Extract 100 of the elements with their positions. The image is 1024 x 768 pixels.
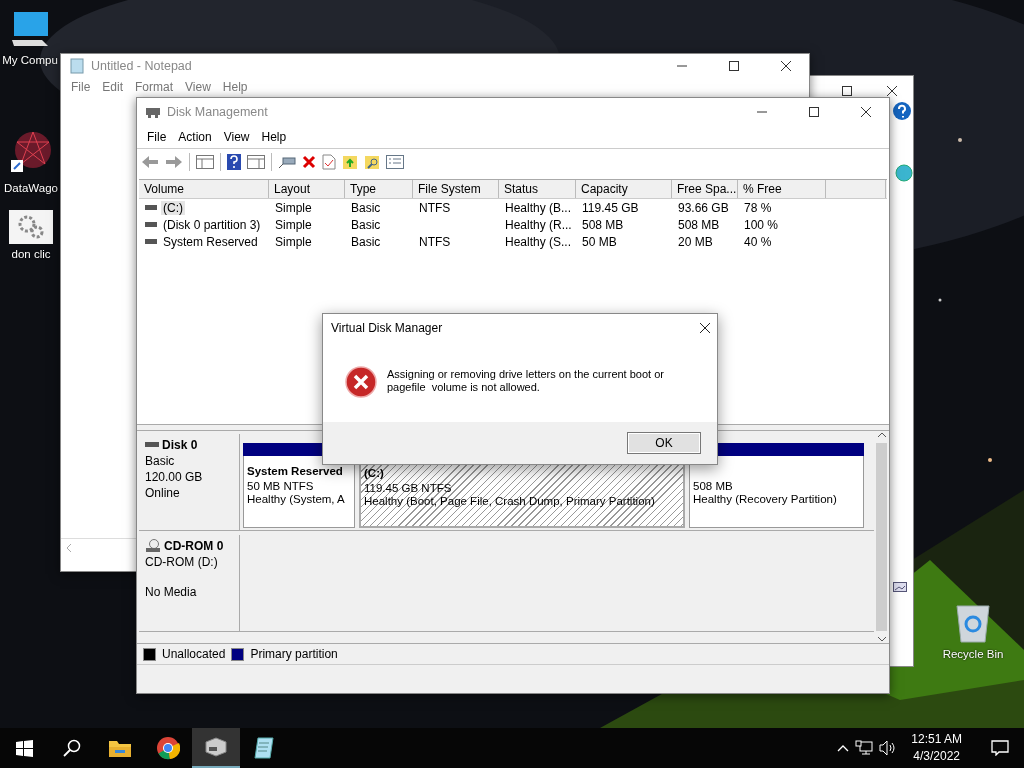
legend-label: Unallocated xyxy=(162,647,226,661)
globe-icon xyxy=(895,164,913,182)
panel-icon[interactable] xyxy=(196,155,214,169)
column-header[interactable]: Layout xyxy=(269,180,345,198)
table-cell: Healthy (R... xyxy=(505,217,572,232)
network-icon[interactable] xyxy=(855,740,874,756)
list-icon[interactable] xyxy=(386,155,404,169)
table-cell[interactable]: (C:) xyxy=(161,200,185,215)
maximize-icon[interactable] xyxy=(809,107,819,117)
disk-drive-icon xyxy=(145,105,161,119)
disk-name: CD-ROM 0 xyxy=(164,539,224,553)
cd-drive-icon xyxy=(145,539,161,553)
notifications-icon[interactable] xyxy=(991,740,1009,756)
menu-item[interactable]: View xyxy=(179,80,217,94)
help-icon[interactable] xyxy=(893,102,911,120)
drive-icon xyxy=(145,442,159,448)
menu-item[interactable]: Action xyxy=(172,130,218,144)
partition-size: 508 MB xyxy=(693,480,734,492)
search-icon[interactable] xyxy=(63,739,81,757)
table-cell: Healthy (B... xyxy=(505,200,572,215)
drive-icon xyxy=(145,204,157,211)
disk-state: No Media xyxy=(145,585,198,599)
chevron-up-icon[interactable] xyxy=(837,744,850,752)
disk-type: Basic xyxy=(145,454,176,468)
taskbar-app[interactable] xyxy=(192,728,240,768)
table-cell: NTFS xyxy=(419,234,451,249)
table-cell: Simple xyxy=(275,200,312,215)
chrome-icon xyxy=(156,736,180,760)
table-cell: NTFS xyxy=(419,200,451,215)
table-cell[interactable]: (Disk 0 partition 3) xyxy=(161,217,263,232)
partition-size: 119.45 GB NTFS xyxy=(364,482,453,494)
partition-label: System Reserved xyxy=(247,465,344,479)
clock-time[interactable]: 12:51 AM xyxy=(911,731,962,748)
maximize-icon[interactable] xyxy=(729,61,739,71)
menu-item[interactable]: Help xyxy=(255,130,293,144)
table-cell: 93.66 GB xyxy=(678,200,729,215)
folder-icon xyxy=(108,738,132,758)
column-header[interactable]: % Free xyxy=(738,180,826,198)
close-icon[interactable] xyxy=(781,61,791,71)
close-button[interactable] xyxy=(699,322,711,334)
icon-label: Recycle Bin xyxy=(942,648,1004,660)
close-icon[interactable] xyxy=(887,86,897,96)
drive-icon[interactable] xyxy=(278,155,296,169)
partition-status: Healthy (Boot, Page File, Crash Dump, Primary Partition) xyxy=(364,495,656,507)
menu-item[interactable]: Help xyxy=(216,80,254,94)
table-cell: Basic xyxy=(351,217,381,232)
menu-item[interactable]: File xyxy=(65,80,97,94)
disk-name: Disk 0 xyxy=(162,438,198,452)
column-header[interactable]: Status xyxy=(499,180,576,198)
table-cell: 20 MB xyxy=(678,234,713,249)
menu-item[interactable]: View xyxy=(217,130,256,144)
table-cell: Simple xyxy=(275,217,312,232)
notepad-icon xyxy=(253,736,275,760)
scroll-down-icon[interactable] xyxy=(876,635,887,643)
start-icon[interactable] xyxy=(15,739,33,757)
column-header[interactable]: File System xyxy=(413,180,499,198)
column-header[interactable]: Volume xyxy=(139,180,269,198)
window-title: Untitled - Notepad xyxy=(91,59,193,73)
table-cell: Basic xyxy=(351,200,381,215)
panel-icon[interactable] xyxy=(247,155,265,169)
disk-drive-icon xyxy=(203,736,229,758)
legend-label: Primary partition xyxy=(250,647,338,661)
checked-document-icon[interactable] xyxy=(322,154,336,170)
table-cell: 40 % xyxy=(744,234,772,249)
column-header[interactable]: Capacity xyxy=(576,180,672,198)
folder-search-icon[interactable] xyxy=(364,154,380,170)
table-cell: Healthy (S... xyxy=(505,234,572,249)
menu-item[interactable]: File xyxy=(141,130,173,144)
maximize-icon[interactable] xyxy=(842,86,852,96)
error-message: Assigning or removing drive letters on the current boot or pagefile volume is not allowed. xyxy=(387,368,665,394)
table-cell: 508 MB xyxy=(582,217,624,232)
partition-size: 50 MB NTFS xyxy=(247,480,315,492)
table-cell: 78 % xyxy=(744,200,772,215)
scroll-up-icon[interactable] xyxy=(876,431,887,439)
menu-item[interactable]: Edit xyxy=(96,80,130,94)
close-icon[interactable] xyxy=(861,107,871,117)
table-cell: Simple xyxy=(275,234,312,249)
partition-status: Healthy (Recovery Partition) xyxy=(693,493,838,505)
drive-icon xyxy=(145,221,157,228)
clock-date[interactable]: 4/3/2022 xyxy=(913,748,960,765)
delete-icon[interactable] xyxy=(302,155,316,169)
partition-status: Healthy (System, A xyxy=(247,493,346,505)
menu-item[interactable]: Format xyxy=(129,80,180,94)
help-icon[interactable] xyxy=(227,154,241,170)
ok-button[interactable]: OK xyxy=(627,432,701,454)
table-cell: 100 % xyxy=(744,217,779,232)
table-cell[interactable]: System Reserved xyxy=(161,234,260,249)
table-cell: 119.45 GB xyxy=(582,200,639,215)
window-title: Disk Management xyxy=(167,105,269,119)
volume-icon[interactable] xyxy=(879,740,898,756)
scrollbar-thumb[interactable] xyxy=(876,443,887,631)
back-arrow-icon[interactable] xyxy=(141,155,159,169)
column-header[interactable]: Type xyxy=(345,180,413,198)
folder-up-icon[interactable] xyxy=(342,154,358,170)
dialog-title: Virtual Disk Manager xyxy=(331,321,443,335)
disk-state: Online xyxy=(145,486,181,500)
gears-icon xyxy=(9,210,53,244)
forward-arrow-icon[interactable] xyxy=(165,155,183,169)
column-header[interactable]: Free Spa... xyxy=(672,180,738,198)
table-cell: 50 MB xyxy=(582,234,617,249)
